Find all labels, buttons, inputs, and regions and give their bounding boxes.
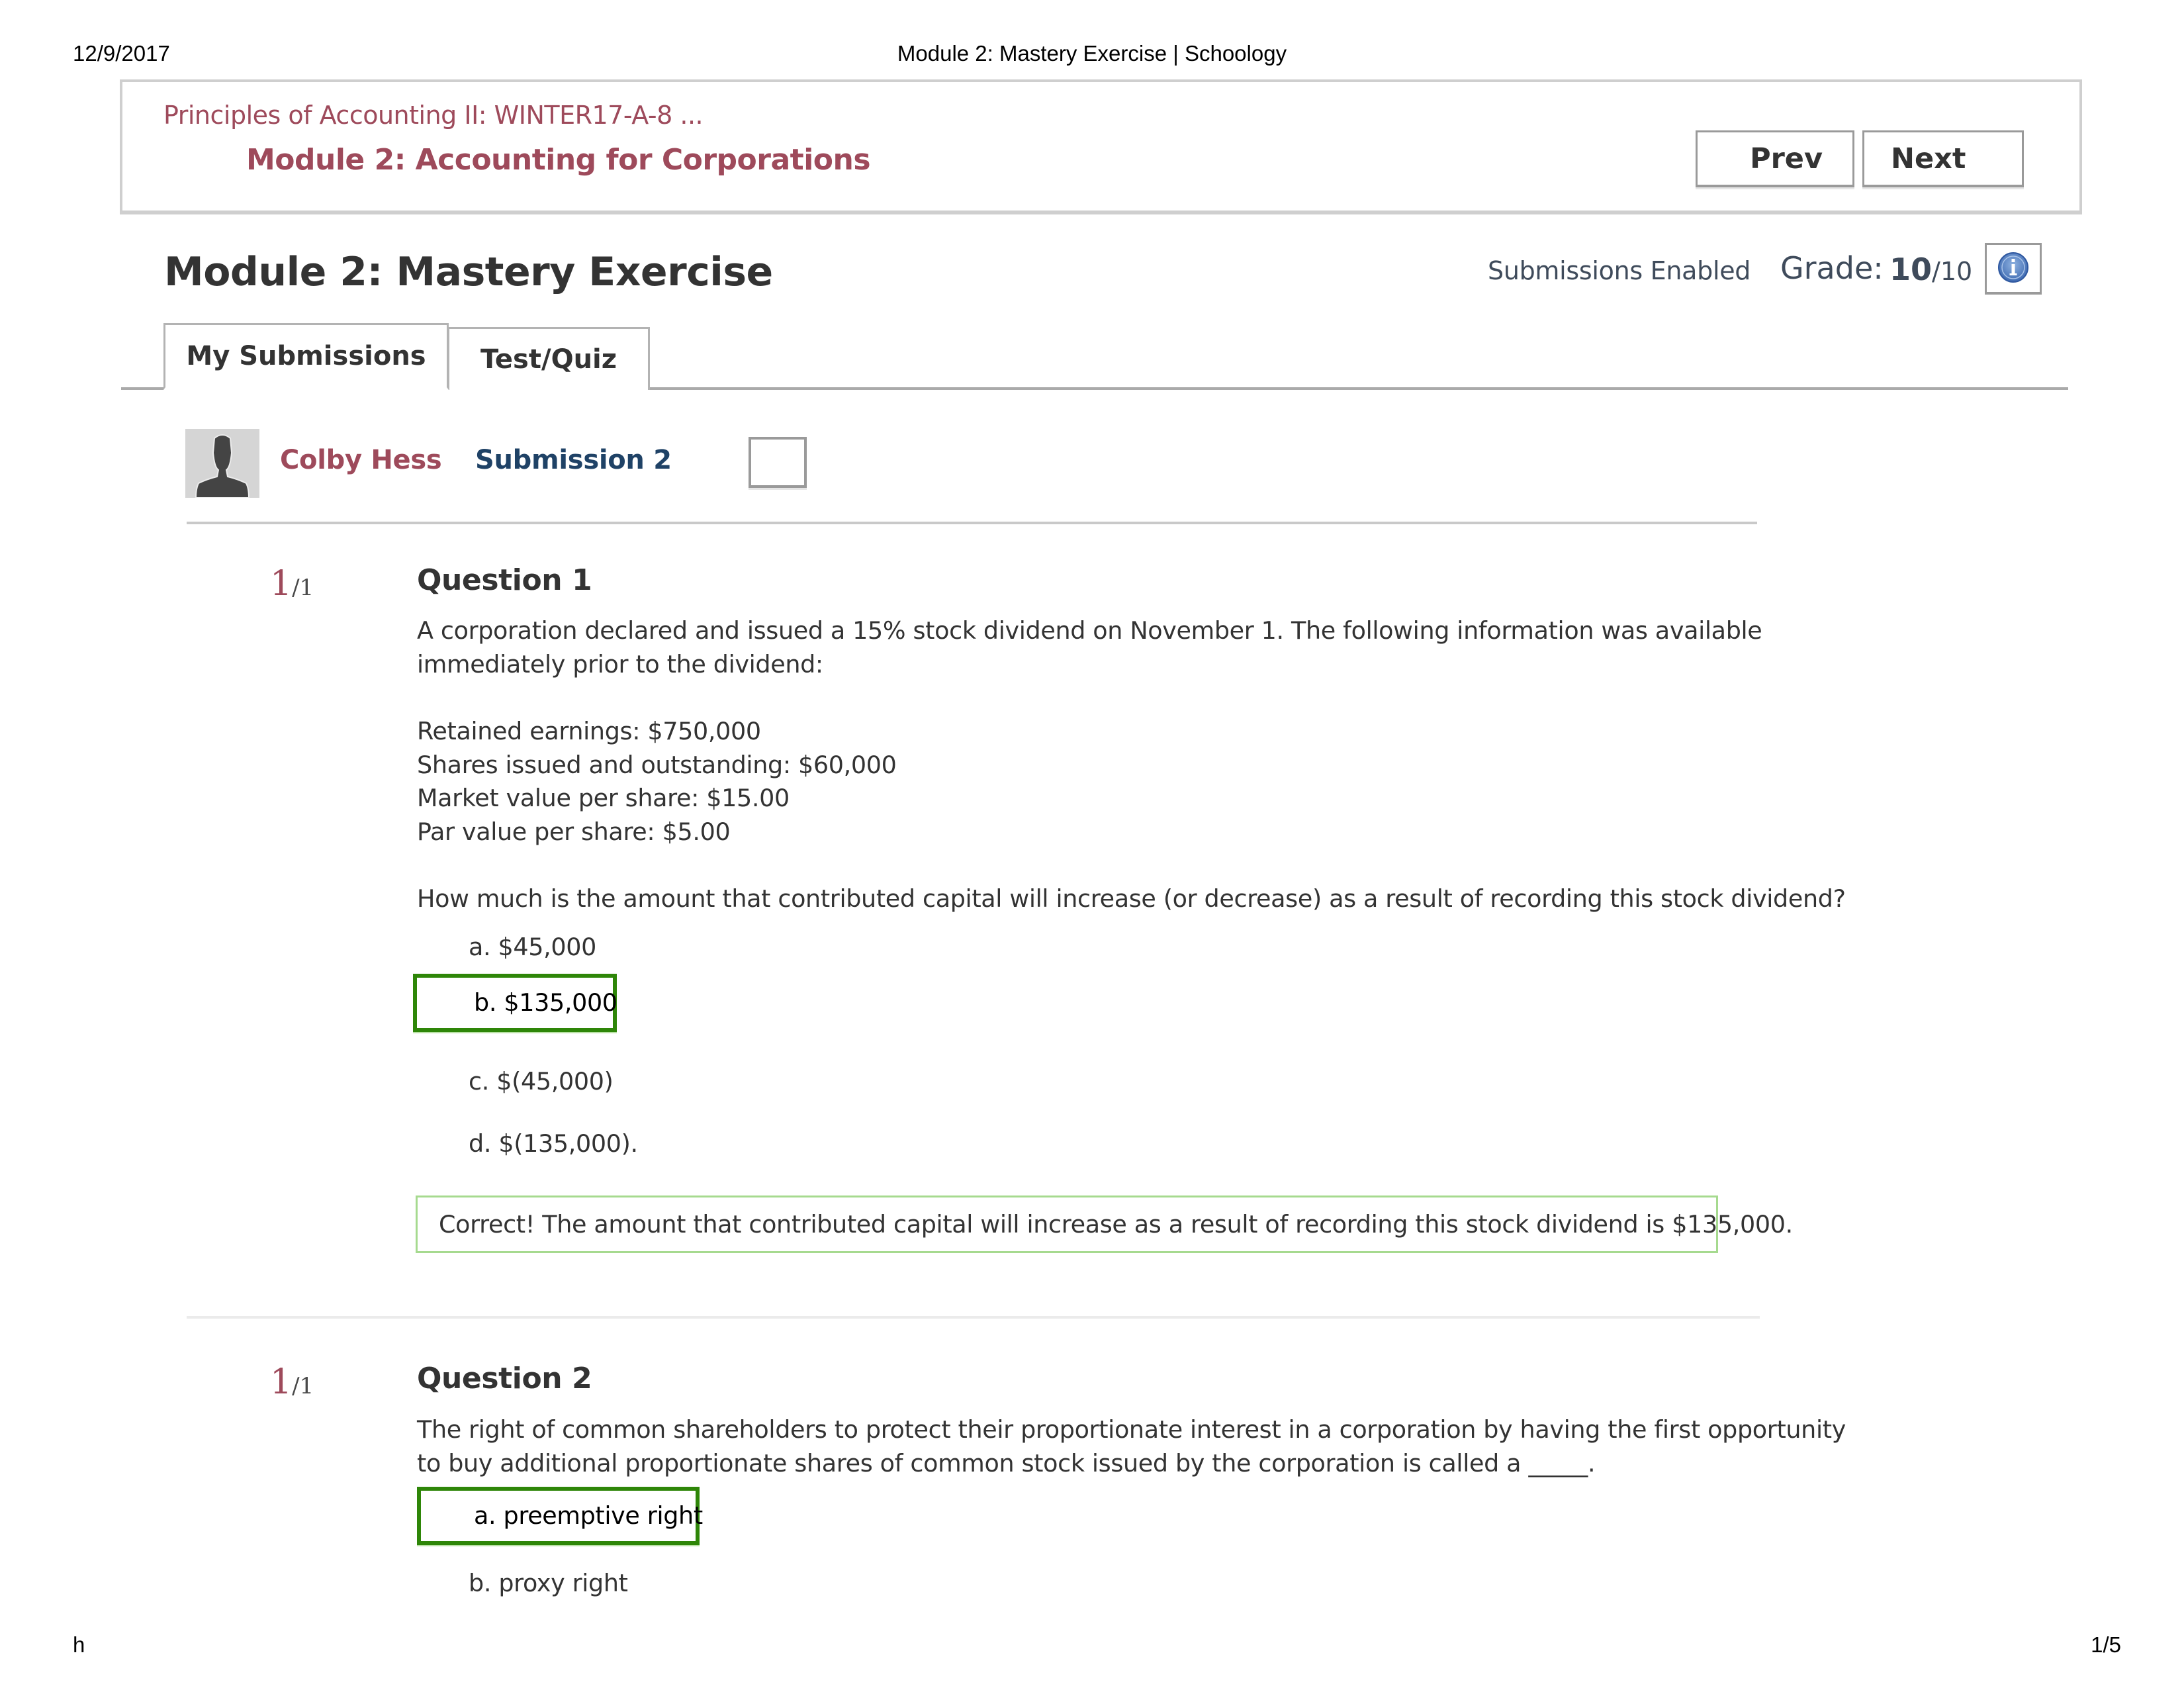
question-title: Question 2 <box>417 1362 592 1395</box>
info-line: Retained earnings: $750,000 <box>417 717 761 745</box>
question-text-line: A corporation declared and issued a 15% … <box>417 616 1762 645</box>
score-total: /1 <box>292 575 314 601</box>
question-text-line: The right of common shareholders to prot… <box>417 1415 1846 1444</box>
module-title-link[interactable]: Module 2: Accounting for Corporations <box>246 143 871 177</box>
score-total: /1 <box>292 1373 314 1399</box>
feedback-text: Correct! The amount that contributed cap… <box>439 1210 1793 1239</box>
submission-selector[interactable]: Submission 2 <box>475 445 672 475</box>
info-icon <box>1997 252 2029 286</box>
info-line: Par value per share: $5.00 <box>417 817 731 846</box>
question-divider <box>187 1316 1760 1319</box>
tab-test-quiz[interactable]: Test/Quiz <box>447 327 650 390</box>
submission-status: Submissions Enabled <box>1488 256 1751 285</box>
user-silhouette-icon <box>185 434 259 498</box>
answer-choice-selected: b. $135,000 <box>413 974 617 1032</box>
prev-button-label: Prev <box>1750 142 1823 175</box>
grade-value: 10/10 <box>1889 252 1972 287</box>
answer-choice-label: a. preemptive right <box>474 1501 703 1530</box>
question-score: 1/1 <box>270 1362 314 1402</box>
answer-choice: a. $45,000 <box>469 933 597 961</box>
question-text-line: immediately prior to the dividend: <box>417 649 823 679</box>
answer-choice: b. proxy right <box>469 1569 628 1597</box>
prev-button[interactable]: Prev <box>1696 130 1854 187</box>
info-line: Market value per share: $15.00 <box>417 784 790 812</box>
print-page-title: Module 2: Mastery Exercise | Schoology <box>897 41 1287 66</box>
submission-divider <box>187 522 1757 524</box>
score-earned: 1 <box>270 564 293 604</box>
question-prompt: How much is the amount that contributed … <box>417 884 1846 913</box>
next-button[interactable]: Next <box>1862 130 2024 187</box>
score-earned: 1 <box>270 1362 293 1402</box>
question-text: The right of common shareholders to prot… <box>417 1413 1846 1480</box>
avatar <box>185 429 259 498</box>
question-info: Retained earnings: $750,000 Shares issue… <box>417 715 897 849</box>
answer-choice: c. $(45,000) <box>469 1067 614 1096</box>
answer-choice: d. $(135,000). <box>469 1129 638 1158</box>
question-score: 1/1 <box>270 564 314 604</box>
course-breadcrumb-link[interactable]: Principles of Accounting II: WINTER17-A-… <box>163 101 704 130</box>
info-line: Shares issued and outstanding: $60,000 <box>417 750 897 779</box>
tab-my-submissions[interactable]: My Submissions <box>163 323 449 390</box>
grade-total: /10 <box>1932 257 1973 286</box>
submission-checkbox[interactable] <box>749 437 807 488</box>
answer-choice-selected: a. preemptive right <box>417 1487 703 1545</box>
print-footer-url: h <box>73 1632 85 1657</box>
question-title: Question 1 <box>417 563 592 597</box>
page-title: Module 2: Mastery Exercise <box>164 249 773 295</box>
question-text-line: to buy additional proportionate shares o… <box>417 1448 1596 1477</box>
grade-info-button[interactable] <box>1985 243 2042 295</box>
question-text: A corporation declared and issued a 15% … <box>417 614 1762 681</box>
next-button-label: Next <box>1891 142 1966 175</box>
print-page-number: 1/5 <box>2091 1632 2121 1657</box>
answer-feedback: Correct! The amount that contributed cap… <box>416 1196 1793 1253</box>
tab-label: Test/Quiz <box>480 344 617 375</box>
grade-label: Grade: <box>1780 250 1884 286</box>
user-name-link[interactable]: Colby Hess <box>280 445 442 475</box>
grade-score: 10 <box>1889 252 1933 287</box>
answer-choice-label: b. $135,000 <box>474 988 617 1017</box>
tab-label: My Submissions <box>186 341 426 371</box>
